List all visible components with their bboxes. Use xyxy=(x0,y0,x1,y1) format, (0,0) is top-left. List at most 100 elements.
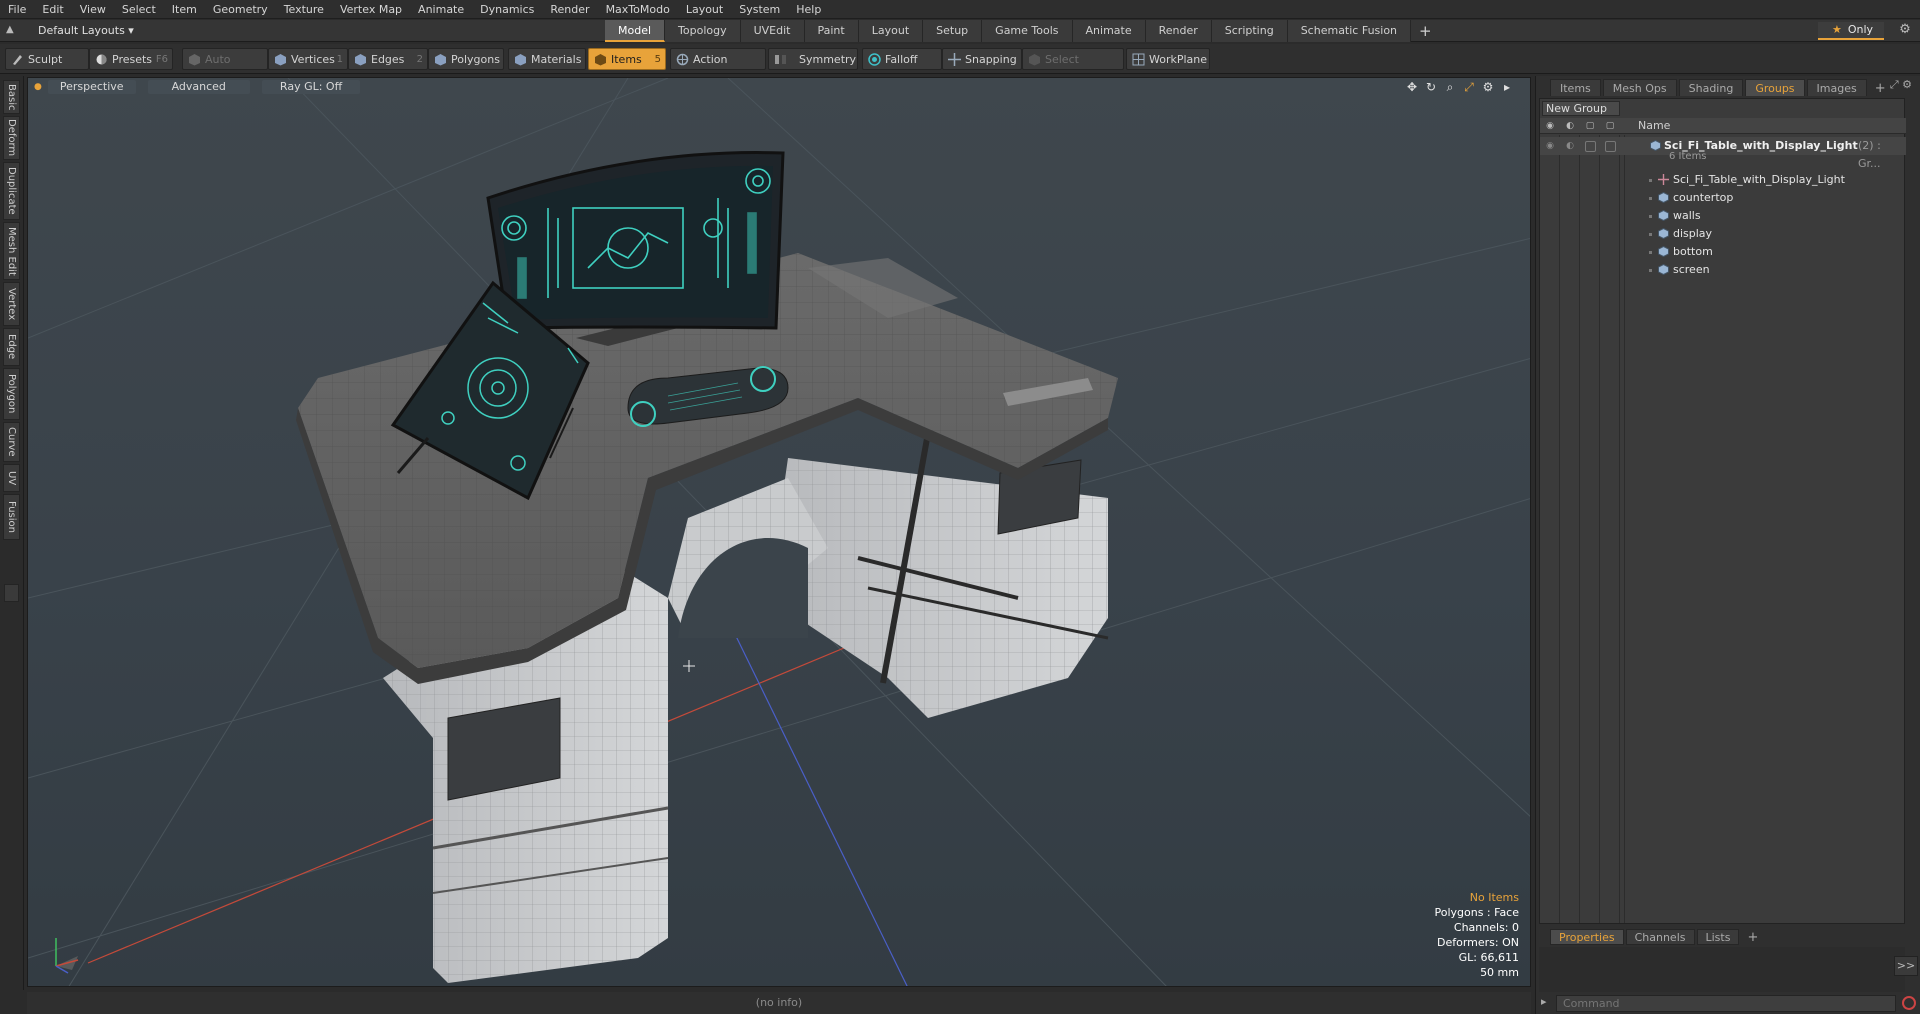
stop-icon[interactable] xyxy=(1902,996,1916,1010)
tab-shading[interactable]: Shading xyxy=(1678,79,1744,96)
tab-model[interactable]: Model xyxy=(605,20,666,42)
layout-collapse-icon[interactable]: ▲ xyxy=(6,24,20,38)
name-column-header[interactable]: Name xyxy=(1638,119,1670,132)
add-tab-button[interactable]: + xyxy=(1411,20,1440,42)
menu-file[interactable]: File xyxy=(0,0,34,19)
fit-icon[interactable]: ⤢ xyxy=(1462,80,1476,94)
gear-icon[interactable]: ⚙ xyxy=(1896,22,1914,40)
expand-properties-button[interactable]: >> xyxy=(1894,956,1918,976)
auto-select-button[interactable]: Auto Select xyxy=(182,48,268,88)
groups-scrollbar[interactable] xyxy=(1903,116,1913,901)
vtab-edge[interactable]: Edge xyxy=(3,328,20,366)
menu-texture[interactable]: Texture xyxy=(276,0,332,19)
tab-mesh-ops[interactable]: Mesh Ops xyxy=(1602,79,1677,96)
select-checkbox[interactable] xyxy=(1605,141,1616,152)
group-row-root[interactable]: ◉ ◐ Sci_Fi_Table_with_Display_Light (2) … xyxy=(1540,137,1906,170)
select-through-button[interactable]: Select Through xyxy=(1022,48,1124,88)
group-item-row[interactable]: screen xyxy=(1540,261,1906,279)
vtab-vertex[interactable]: Vertex xyxy=(3,282,20,326)
vtab-fusion[interactable]: Fusion xyxy=(3,494,20,540)
menu-render[interactable]: Render xyxy=(542,0,597,19)
add-properties-tab-button[interactable]: + xyxy=(1741,930,1764,945)
3d-viewport[interactable]: ● Perspective Advanced Ray GL: Off ✥ ↻ ⌕… xyxy=(27,77,1531,987)
menu-system[interactable]: System xyxy=(731,0,788,19)
vertices-button[interactable]: Vertices 1 xyxy=(268,48,348,70)
menu-maxtomodo[interactable]: MaxToModo xyxy=(598,0,678,19)
menu-geometry[interactable]: Geometry xyxy=(205,0,276,19)
tab-setup[interactable]: Setup xyxy=(923,20,983,42)
only-toggle-button[interactable]: ★ Only xyxy=(1818,22,1884,40)
layout-selector[interactable]: Default Layouts ▾ xyxy=(30,22,142,40)
materials-button[interactable]: Materials xyxy=(508,48,586,70)
falloff-button[interactable]: Falloff xyxy=(862,48,942,70)
items-button[interactable]: Items 5 xyxy=(588,48,666,70)
vtab-deform[interactable]: Deform xyxy=(3,116,20,160)
group-item-row[interactable]: countertop xyxy=(1540,189,1906,207)
expand-panel-icon[interactable]: ⤢ ⚙ xyxy=(1890,78,1912,92)
vtab-mesh-edit[interactable]: Mesh Edit xyxy=(3,222,20,280)
tab-uvedit[interactable]: UVEdit xyxy=(740,20,805,42)
edges-button[interactable]: Edges 2 xyxy=(348,48,428,70)
group-item-row[interactable]: Sci_Fi_Table_with_Display_Light xyxy=(1540,171,1906,189)
zoom-icon[interactable]: ⌕ xyxy=(1443,80,1457,94)
snapping-button[interactable]: Snapping xyxy=(942,48,1022,70)
viewport-gear-icon[interactable]: ⚙ xyxy=(1481,80,1495,94)
menu-vertex-map[interactable]: Vertex Map xyxy=(332,0,410,19)
polygons-button[interactable]: Polygons xyxy=(428,48,504,70)
menu-help[interactable]: Help xyxy=(788,0,829,19)
add-panel-tab-button[interactable]: + xyxy=(1869,81,1892,96)
tab-animate[interactable]: Animate xyxy=(1072,20,1146,42)
visibility-column-icon[interactable]: ◉ xyxy=(1544,120,1556,132)
tab-properties[interactable]: Properties xyxy=(1550,929,1624,945)
render-icon[interactable]: ◐ xyxy=(1564,140,1576,152)
tab-render[interactable]: Render xyxy=(1145,20,1212,42)
presets-button[interactable]: Presets F6 xyxy=(89,48,173,70)
group-item-row[interactable]: walls xyxy=(1540,207,1906,225)
menu-edit[interactable]: Edit xyxy=(34,0,71,19)
action-center-button[interactable]: Action Center xyxy=(670,48,766,88)
eye-icon[interactable]: ◉ xyxy=(1544,140,1556,152)
raygl-toggle[interactable]: Ray GL: Off xyxy=(261,80,361,94)
tab-images[interactable]: Images xyxy=(1806,79,1867,96)
tab-schematic-fusion[interactable]: Schematic Fusion xyxy=(1287,20,1412,42)
tab-items[interactable]: Items xyxy=(1550,79,1601,96)
tab-layout[interactable]: Layout xyxy=(858,20,924,42)
vtab-uv[interactable]: UV xyxy=(3,464,20,492)
view-mode-button[interactable]: Perspective xyxy=(47,80,136,94)
vtab-basic[interactable]: Basic xyxy=(3,80,20,114)
tab-scripting[interactable]: Scripting xyxy=(1211,20,1288,42)
pan-icon[interactable]: ✥ xyxy=(1405,80,1419,94)
lock-column-icon[interactable]: ▢ xyxy=(1584,120,1596,132)
select-column-icon[interactable]: ▢ xyxy=(1604,120,1616,132)
new-group-button[interactable]: New Group xyxy=(1542,101,1620,116)
sculpt-button[interactable]: Sculpt xyxy=(5,48,89,70)
lock-checkbox[interactable] xyxy=(1585,141,1596,152)
group-item-row[interactable]: bottom xyxy=(1540,243,1906,261)
tab-groups[interactable]: Groups xyxy=(1745,79,1805,96)
tab-game-tools[interactable]: Game Tools xyxy=(982,20,1073,42)
command-input[interactable] xyxy=(1556,995,1896,1012)
shading-mode-button[interactable]: Advanced xyxy=(147,80,250,94)
vtab-curve[interactable]: Curve xyxy=(3,422,20,462)
viewport-menu-arrow-icon[interactable]: ▸ xyxy=(1500,80,1514,94)
workplane-button[interactable]: WorkPlane xyxy=(1126,48,1210,70)
menu-select[interactable]: Select xyxy=(114,0,164,19)
menu-dynamics[interactable]: Dynamics xyxy=(472,0,542,19)
menu-animate[interactable]: Animate xyxy=(410,0,472,19)
tab-paint[interactable]: Paint xyxy=(804,20,859,42)
command-history-icon[interactable]: ▸ xyxy=(1541,995,1547,1008)
group-item-row[interactable]: display xyxy=(1540,225,1906,243)
rotate-icon[interactable]: ↻ xyxy=(1424,80,1438,94)
menu-layout[interactable]: Layout xyxy=(678,0,731,19)
render-column-icon[interactable]: ◐ xyxy=(1564,120,1576,132)
tab-topology[interactable]: Topology xyxy=(665,20,741,42)
menu-item[interactable]: Item xyxy=(164,0,205,19)
vtab-polygon[interactable]: Polygon xyxy=(3,368,20,420)
viewport-options-bullet[interactable]: ● xyxy=(34,82,42,92)
tab-lists[interactable]: Lists xyxy=(1696,929,1740,945)
menu-view[interactable]: View xyxy=(72,0,114,19)
vtab-duplicate[interactable]: Duplicate xyxy=(3,162,20,220)
tab-channels[interactable]: Channels xyxy=(1625,929,1695,945)
vtab-collapse-button[interactable] xyxy=(4,584,19,602)
symmetry-button[interactable]: Symmetry xyxy=(768,48,858,70)
